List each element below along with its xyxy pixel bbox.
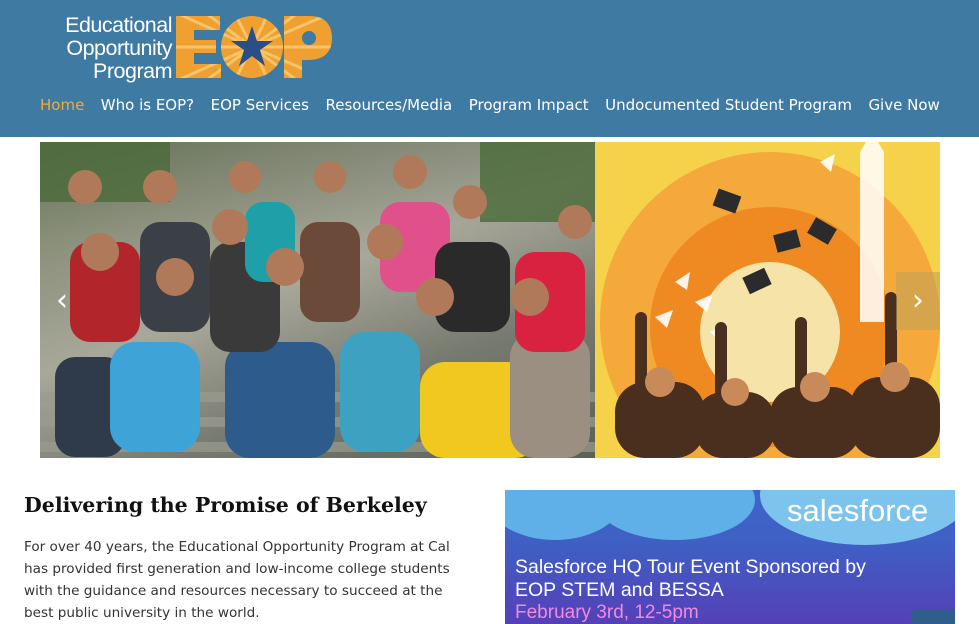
nav-item-eop-services[interactable]: EOP Services	[211, 96, 309, 114]
logo-line-2: Opportunity	[66, 36, 172, 60]
students-photo-illustration	[40, 142, 595, 458]
hero-slider	[40, 142, 940, 458]
nav-item-home[interactable]: Home	[40, 96, 84, 114]
promo-corner-tab	[911, 609, 955, 624]
logo-wordmark: Educational Opportunity Program	[44, 14, 172, 83]
intro-paragraph: For over 40 years, the Educational Oppor…	[24, 539, 450, 621]
nav-item-give-now[interactable]: Give Now	[868, 96, 939, 114]
eop-logo-mark	[176, 16, 332, 78]
salesforce-logo: salesforce	[787, 493, 929, 528]
salesforce-event-banner[interactable]: salesforce Salesforce HQ Tour Event Spon…	[505, 490, 955, 624]
main-nav: Home Who is EOP? EOP Services Resources/…	[40, 96, 956, 114]
promo-title: Salesforce HQ Tour Event Sponsored by EO…	[515, 556, 866, 602]
nav-item-who-is-eop[interactable]: Who is EOP?	[101, 96, 194, 114]
graduation-art	[595, 142, 940, 458]
chevron-left-icon: ‹	[56, 283, 68, 318]
students-group-photo	[40, 142, 595, 458]
site-header: Educational Opportunity Program Home Who…	[0, 0, 979, 137]
logo-line-3: Program	[93, 59, 172, 83]
nav-item-program-impact[interactable]: Program Impact	[469, 96, 589, 114]
promo-date: February 3rd, 12-5pm	[515, 602, 699, 623]
graduation-illustration	[595, 142, 940, 458]
page-headline: Delivering the Promise of Berkeley	[24, 493, 427, 517]
chevron-right-icon: ›	[912, 283, 924, 318]
cloud-shape	[595, 490, 755, 540]
promo-title-line-2: EOP STEM and BESSA	[515, 579, 724, 601]
logo-line-1: Educational	[65, 13, 172, 37]
nav-item-undocumented-student-program[interactable]: Undocumented Student Program	[605, 96, 852, 114]
slider-prev-button[interactable]: ‹	[40, 272, 84, 330]
nav-item-resources-media[interactable]: Resources/Media	[325, 96, 452, 114]
eop-logo[interactable]: Educational Opportunity Program	[40, 12, 340, 86]
slider-next-button[interactable]: ›	[896, 272, 940, 330]
promo-title-line-1: Salesforce HQ Tour Event Sponsored by	[515, 556, 866, 578]
